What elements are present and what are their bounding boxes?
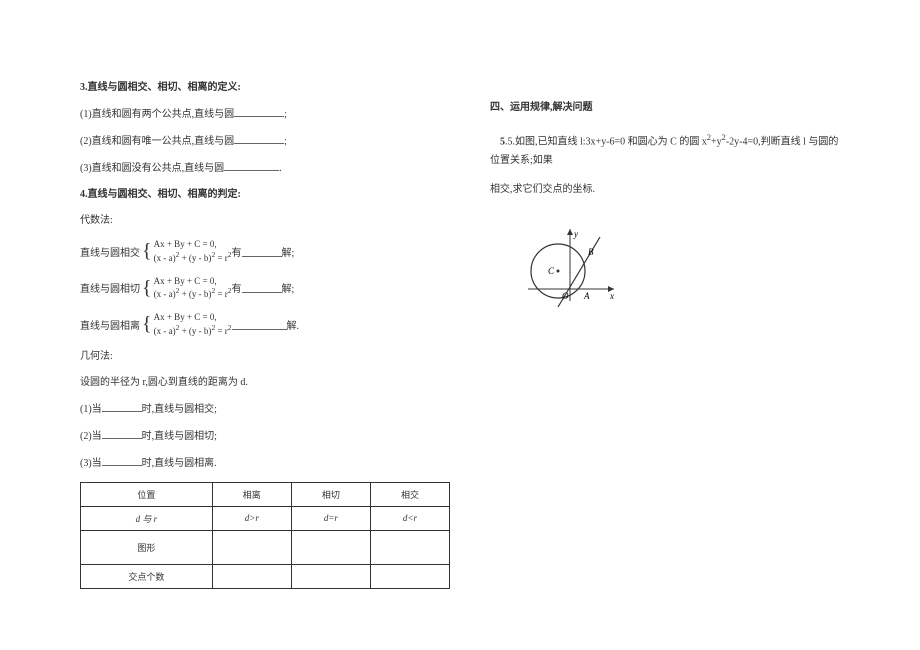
alg-intersect: 直线与圆相交 { Ax + By + C = 0, (x - a)2 + (y … <box>80 239 450 264</box>
th-tan: 相切 <box>291 482 370 506</box>
semi: ; <box>284 136 287 147</box>
eq1: Ax + By + C = 0, <box>154 239 217 249</box>
center-label: C <box>548 266 555 276</box>
alg-intersect-prefix: 直线与圆相交 <box>80 244 140 259</box>
table-row: 位置 相离 相切 相交 <box>81 482 450 506</box>
blank <box>102 428 142 439</box>
blank <box>242 282 282 293</box>
cell-empty <box>212 564 291 588</box>
alg-separate-prefix: 直线与圆相离 <box>80 317 140 332</box>
q3-1-text: (1)直线和圆有两个公共点,直线与圆 <box>80 109 234 120</box>
period: . <box>279 163 282 174</box>
geo-1: (1)当 时,直线与圆相交; <box>80 401 450 418</box>
q4-title: 4.直线与圆相交、相切、相离的判定: <box>80 187 450 203</box>
geo-1-suffix: 时,直线与圆相交; <box>142 404 217 415</box>
y-axis-label: y <box>573 229 578 239</box>
q5-prefix: 5.如图,已知直线 l:3x+y-6=0 和圆心为 C 的圆 x <box>508 136 707 147</box>
summary-table: 位置 相离 相切 相交 d 与 r d>r d=r d<r 图形 交点个数 <box>80 482 450 589</box>
point-a-label: A <box>583 291 590 301</box>
th-sep: 相离 <box>212 482 291 506</box>
th-pos: 位置 <box>81 482 213 506</box>
blank <box>224 160 279 171</box>
system-eq: Ax + By + C = 0, (x - a)2 + (y - b)2 = r… <box>154 276 232 301</box>
row-count: 交点个数 <box>81 564 213 588</box>
circle-diagram-icon: y x O C A B <box>510 229 620 319</box>
q5-diagram: y x O C A B <box>510 229 845 319</box>
q3-title: 3.直线与圆相交、相切、相离的定义: <box>80 80 450 96</box>
row-shape: 图形 <box>81 530 213 564</box>
th-int: 相交 <box>370 482 449 506</box>
cell-empty <box>370 530 449 564</box>
alg-tangent: 直线与圆相切 { Ax + By + C = 0, (x - a)2 + (y … <box>80 276 450 301</box>
blank <box>102 401 142 412</box>
blank <box>102 455 142 466</box>
brace-icon: { <box>142 246 152 256</box>
q5-text: 5.5.如图,已知直线 l:3x+y-6=0 和圆心为 C 的圆 x2+y2-2… <box>490 130 845 170</box>
cell-empty <box>291 530 370 564</box>
eq2: (x - a)2 + (y - b)2 = r2 <box>154 289 232 299</box>
brace-icon: { <box>142 283 152 293</box>
q5-line2: 相交,求它们交点的坐标. <box>490 180 845 199</box>
x-axis-label: x <box>609 291 614 301</box>
jie: 解; <box>282 244 295 259</box>
c-tan: d=r <box>291 506 370 530</box>
q3-2-text: (2)直线和圆有唯一公共点,直线与圆 <box>80 136 234 147</box>
section-4-title: 四、运用规律,解决问题 <box>490 100 845 116</box>
q3-item-2: (2)直线和圆有唯一公共点,直线与圆; <box>80 133 450 150</box>
geo-2: (2)当 时,直线与圆相切; <box>80 428 450 445</box>
table-row: 图形 <box>81 530 450 564</box>
cell-empty <box>291 564 370 588</box>
blank <box>232 319 287 330</box>
row-dr: d 与 r <box>81 506 213 530</box>
eq2: (x - a)2 + (y - b)2 = r2 <box>154 253 232 263</box>
jie: 解; <box>282 280 295 295</box>
algebraic-label: 代数法: <box>80 213 450 229</box>
table-row: d 与 r d>r d=r d<r <box>81 506 450 530</box>
eq2: (x - a)2 + (y - b)2 = r2 <box>154 326 232 336</box>
c-sep: d>r <box>212 506 291 530</box>
system-eq: Ax + By + C = 0, (x - a)2 + (y - b)2 = r… <box>154 312 232 337</box>
origin-label: O <box>562 291 569 301</box>
geo-3-prefix: (3)当 <box>80 458 102 469</box>
eq1: Ax + By + C = 0, <box>154 276 217 286</box>
q3-item-3: (3)直线和圆没有公共点,直线与圆. <box>80 160 450 177</box>
q3-3-text: (3)直线和圆没有公共点,直线与圆 <box>80 163 224 174</box>
you: 有 <box>232 244 242 259</box>
cell-empty <box>370 564 449 588</box>
you: 有 <box>232 280 242 295</box>
eq1: Ax + By + C = 0, <box>154 312 217 322</box>
semi: ; <box>284 109 287 120</box>
geo-2-prefix: (2)当 <box>80 431 102 442</box>
point-b-label: B <box>588 247 594 257</box>
blank <box>234 133 284 144</box>
alg-separate: 直线与圆相离 { Ax + By + C = 0, (x - a)2 + (y … <box>80 312 450 337</box>
geo-3: (3)当 时,直线与圆相离. <box>80 455 450 472</box>
c-int: d<r <box>370 506 449 530</box>
system-eq: Ax + By + C = 0, (x - a)2 + (y - b)2 = r… <box>154 239 232 264</box>
cell-empty <box>212 530 291 564</box>
geo-3-suffix: 时,直线与圆相离. <box>142 458 217 469</box>
blank <box>234 106 284 117</box>
jie-period: 解. <box>287 317 300 332</box>
geo-1-prefix: (1)当 <box>80 404 102 415</box>
q3-item-1: (1)直线和圆有两个公共点,直线与圆; <box>80 106 450 123</box>
geometric-label: 几何法: <box>80 349 450 365</box>
blank <box>242 246 282 257</box>
table-row: 交点个数 <box>81 564 450 588</box>
geo-2-suffix: 时,直线与圆相切; <box>142 431 217 442</box>
alg-tangent-prefix: 直线与圆相切 <box>80 280 140 295</box>
brace-icon: { <box>142 319 152 329</box>
geo-setup: 设圆的半径为 r,圆心到直线的距离为 d. <box>80 375 450 391</box>
